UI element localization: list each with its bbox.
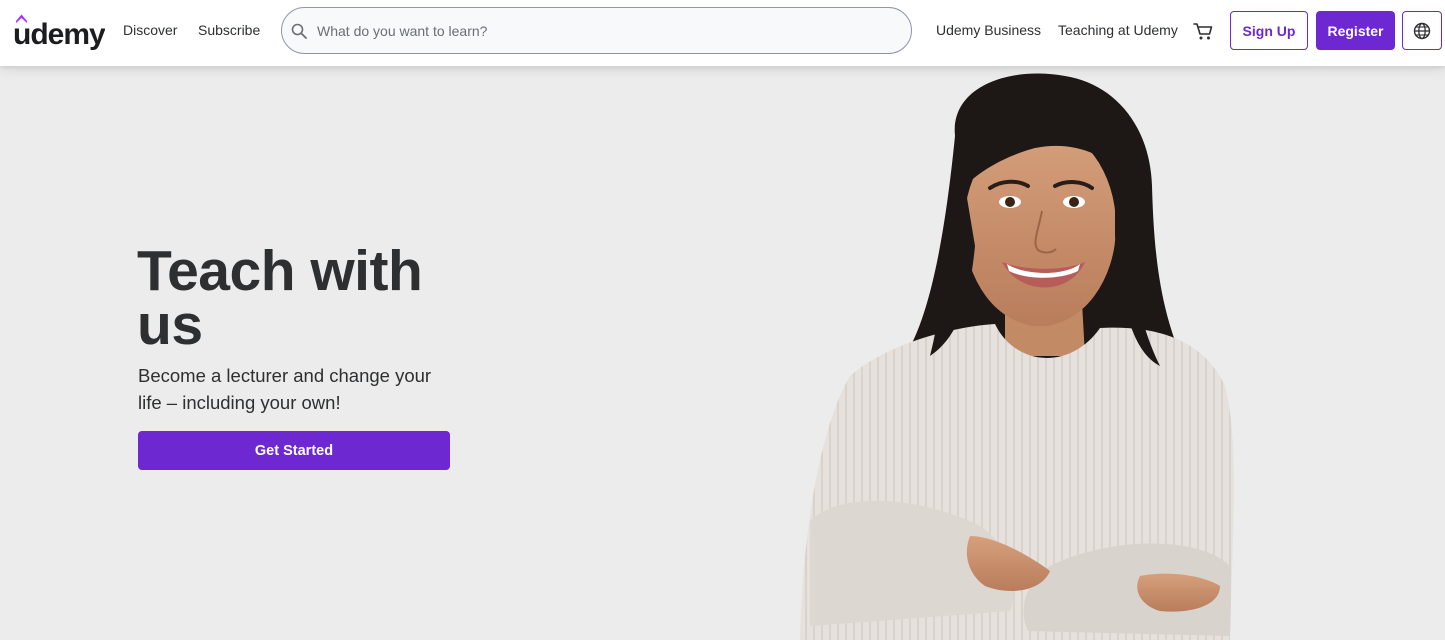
nav-udemy-business[interactable]: Udemy Business xyxy=(936,21,1041,39)
get-started-button[interactable]: Get Started xyxy=(138,431,450,470)
sign-up-button[interactable]: Sign Up xyxy=(1230,11,1308,50)
globe-icon xyxy=(1413,22,1431,39)
search-icon[interactable] xyxy=(291,23,307,39)
language-button[interactable] xyxy=(1402,11,1442,50)
cart-icon[interactable] xyxy=(1192,20,1214,42)
nav-discover[interactable]: Discover xyxy=(123,21,177,39)
hero-subtitle: Become a lecturer and change your life –… xyxy=(138,365,432,413)
teach-page: udemy Discover Subscribe Udemy Business … xyxy=(0,0,1445,640)
nav-subscribe[interactable]: Subscribe xyxy=(198,21,260,39)
hero-photo xyxy=(800,73,1234,640)
top-navigation-bar: udemy Discover Subscribe Udemy Business … xyxy=(0,0,1445,66)
nav-teaching-at-udemy[interactable]: Teaching at Udemy xyxy=(1058,21,1178,39)
hero-title: Teach with us xyxy=(137,239,423,357)
register-button[interactable]: Register xyxy=(1316,11,1395,50)
search-bar[interactable] xyxy=(281,7,912,54)
search-input[interactable] xyxy=(317,20,897,42)
logo-text: udemy xyxy=(13,18,105,50)
udemy-logo[interactable]: udemy xyxy=(13,10,105,50)
